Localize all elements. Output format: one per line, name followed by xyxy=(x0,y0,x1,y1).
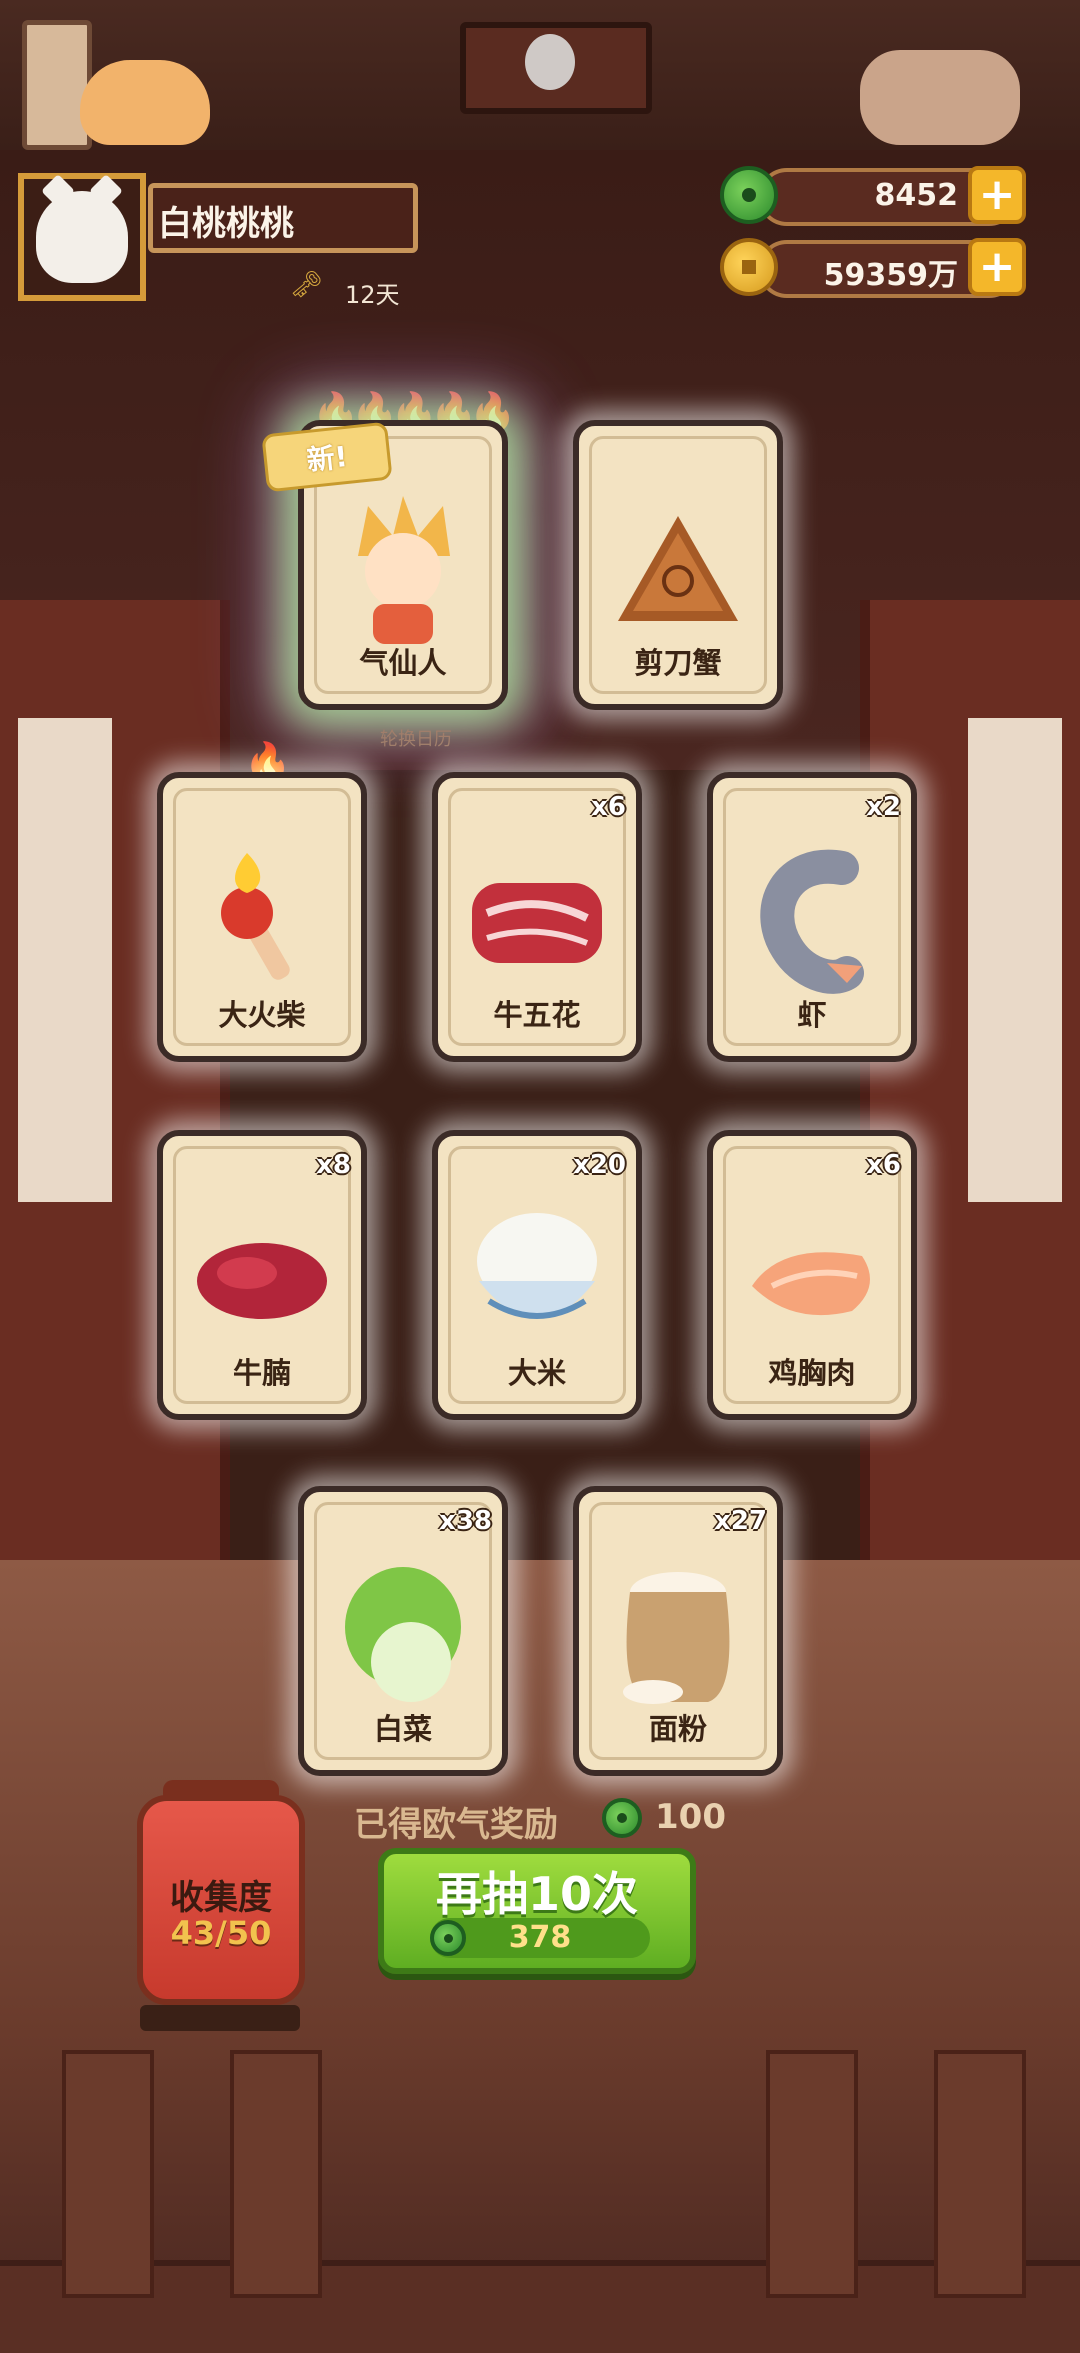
add-coin-button[interactable]: + xyxy=(968,238,1026,296)
jade-icon xyxy=(602,1798,642,1838)
collection-label: 收集度 xyxy=(170,1878,272,1918)
coin-amount: 59359万 xyxy=(823,258,958,293)
shrimp-icon xyxy=(760,849,864,994)
card-quantity: x6 xyxy=(866,1150,901,1180)
card-quantity: x8 xyxy=(316,1150,351,1180)
card-quantity: x20 xyxy=(573,1150,626,1180)
key-icon: 🗝 xyxy=(290,270,324,300)
card-name: 大米 xyxy=(507,1356,566,1390)
card-quantity: x27 xyxy=(714,1506,767,1536)
jade-icon xyxy=(430,1920,466,1956)
draw-ten-label: 再抽10次 xyxy=(435,1867,638,1921)
card-name: 牛腩 xyxy=(232,1356,291,1390)
rice-bowl-icon xyxy=(477,1212,597,1319)
match-icon xyxy=(221,852,290,980)
card-name: 气仙人 xyxy=(359,646,447,680)
card-jiandaoxie[interactable]: 剪刀蟹 xyxy=(573,420,783,710)
card-name: 虾 xyxy=(797,998,827,1032)
fence-post xyxy=(62,2050,154,2298)
rotation-calendar-hint: 轮换日历 xyxy=(380,729,452,750)
spiky-hair-character-icon xyxy=(358,495,450,644)
collection-count: 43/50 xyxy=(170,1914,272,1952)
fence-post xyxy=(934,2050,1026,2298)
card-baicai[interactable]: x38 白菜 xyxy=(298,1486,508,1776)
card-name: 白菜 xyxy=(373,1712,432,1746)
fence-post xyxy=(766,2050,858,2298)
card-jixiongrou[interactable]: x6 鸡胸肉 xyxy=(707,1130,917,1420)
add-jade-button[interactable]: + xyxy=(968,166,1026,224)
login-days: 12天 xyxy=(345,281,400,309)
card-niunan[interactable]: x8 牛腩 xyxy=(157,1130,367,1420)
card-name: 牛五花 xyxy=(493,998,581,1032)
white-cat-avatar-icon xyxy=(36,191,128,283)
right-window xyxy=(950,700,1080,1220)
left-window xyxy=(0,700,130,1220)
card-quantity: x38 xyxy=(439,1506,492,1536)
beef-brisket-icon xyxy=(197,1242,327,1319)
cabbage-icon xyxy=(345,1566,461,1702)
card-quantity: x6 xyxy=(591,792,626,822)
floor-edge xyxy=(0,2260,1080,2353)
grandma-icon xyxy=(525,34,575,90)
card-niuwuhua[interactable]: x6 牛五花 xyxy=(432,772,642,1062)
hanging-scroll-icon[interactable] xyxy=(22,20,92,150)
fence-post xyxy=(230,2050,322,2298)
chicken-breast-icon xyxy=(752,1251,870,1315)
triangle-rice-cake-icon xyxy=(618,515,738,621)
player-name: 白桃桃桃 xyxy=(158,204,294,244)
card-name: 剪刀蟹 xyxy=(634,646,722,680)
luck-reward-value: 100 xyxy=(655,1797,726,1837)
card-name: 面粉 xyxy=(648,1712,707,1746)
orange-cat-icon[interactable] xyxy=(80,60,210,145)
pork-belly-icon xyxy=(472,882,602,963)
card-name: 鸡胸肉 xyxy=(768,1356,856,1390)
draw-cost: 378 xyxy=(508,1920,572,1955)
card-xia[interactable]: x2 虾 xyxy=(707,772,917,1062)
avatar[interactable] xyxy=(18,173,146,301)
flour-sack-icon xyxy=(623,1571,730,1704)
card-quantity: x2 xyxy=(866,792,901,822)
characters-chat-icon[interactable] xyxy=(860,50,1020,145)
card-dami[interactable]: x20 大米 xyxy=(432,1130,642,1420)
jade-amount: 8452 xyxy=(874,178,959,213)
luck-reward-label: 已得欧气奖励 xyxy=(354,1805,558,1845)
card-name: 大火柴 xyxy=(218,998,306,1032)
lantern-stand xyxy=(140,2005,300,2031)
card-mianfen[interactable]: x27 面粉 xyxy=(573,1486,783,1776)
card-dahuochai[interactable]: 大火柴 xyxy=(157,772,367,1062)
